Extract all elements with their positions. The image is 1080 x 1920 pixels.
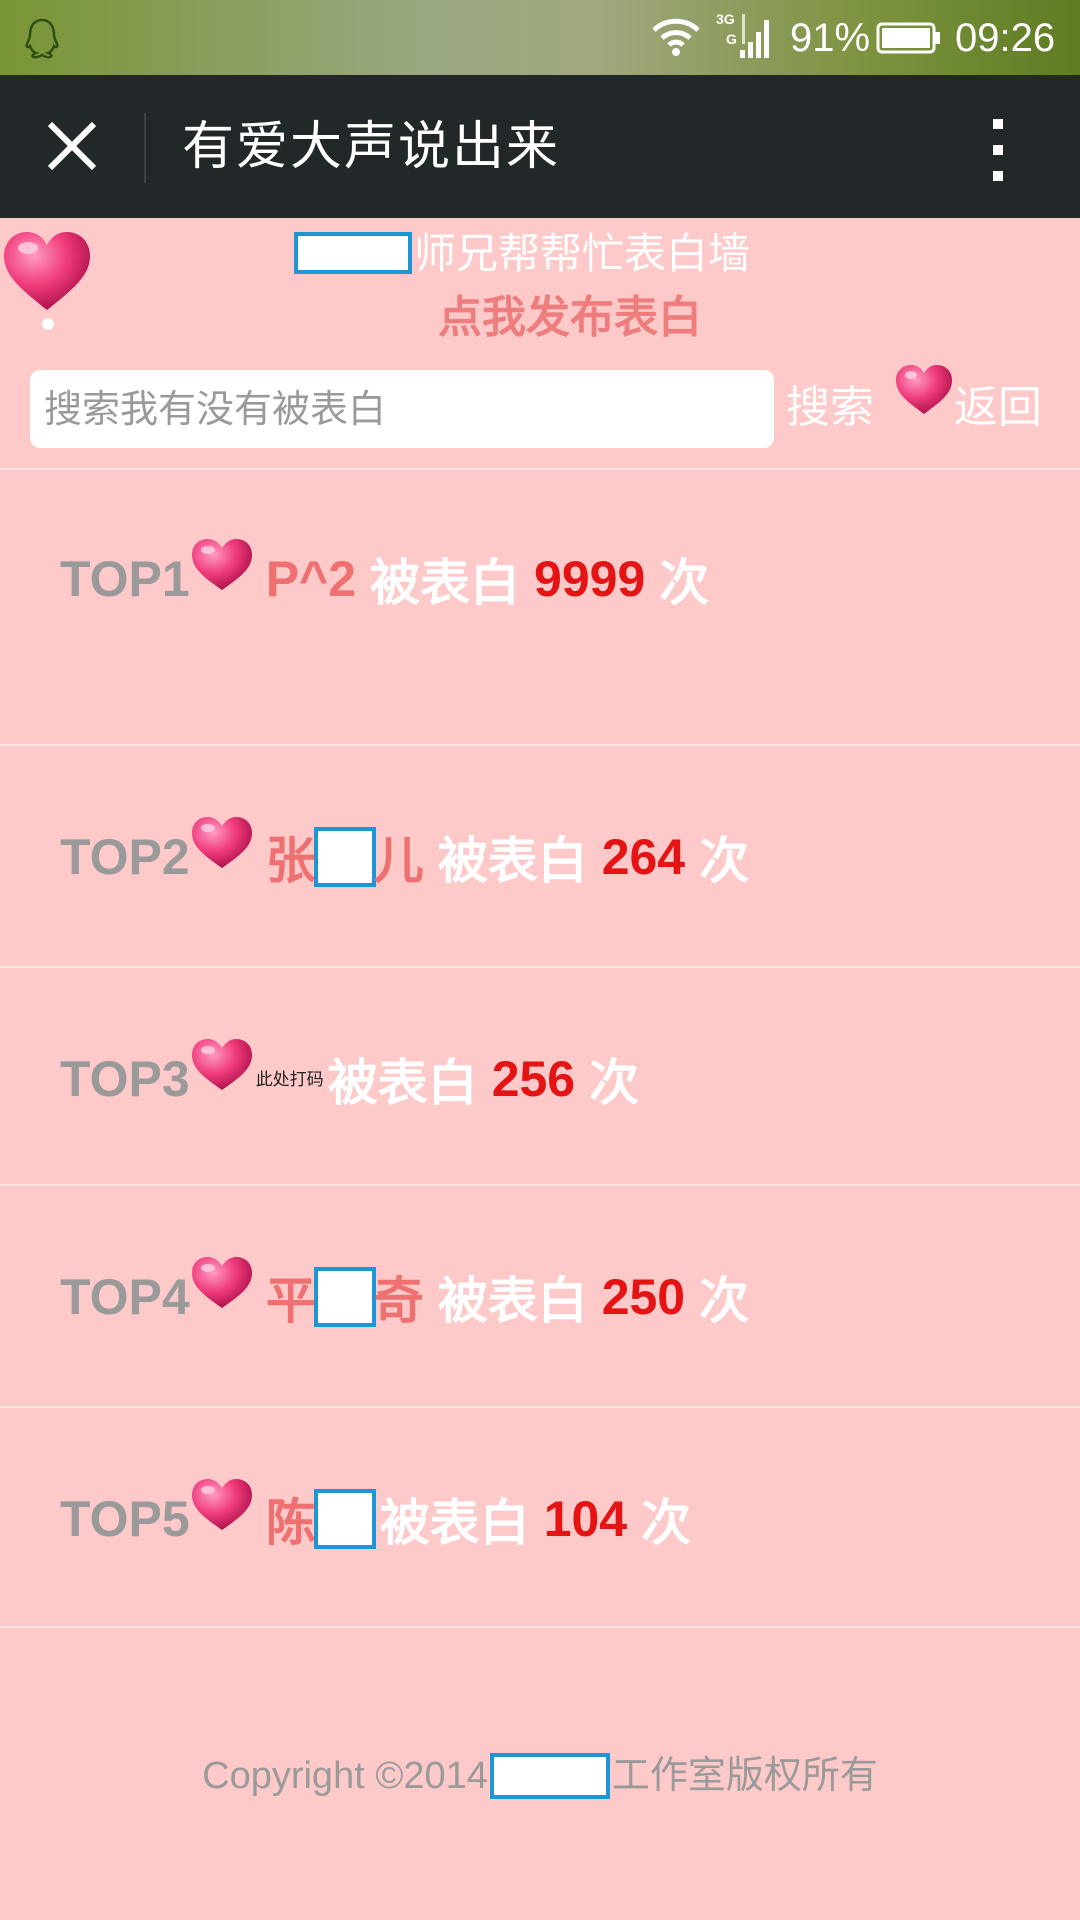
- rank-unit: 次: [699, 1273, 750, 1329]
- svg-text:G: G: [726, 31, 737, 47]
- redacted-name-box: [294, 231, 412, 274]
- page-title: 有爱大声说出来: [182, 117, 561, 177]
- divider: [0, 1626, 1080, 1628]
- heart-icon: [896, 365, 952, 414]
- title-bar: 有爱大声说出来: [0, 75, 1080, 218]
- wall-title: 师兄帮帮忙表白墙: [294, 226, 750, 282]
- ranking-row: TOP4 平奇 被表白 250 次: [0, 1188, 1080, 1406]
- title-divider: [144, 113, 146, 183]
- publish-confession-link[interactable]: 点我发布表白: [0, 290, 1080, 346]
- redacted-name-box: [313, 1267, 376, 1327]
- heart-icon: [191, 539, 252, 590]
- ranking-row: TOP5 陈 被表白 104 次: [0, 1410, 1080, 1628]
- redacted-note: 此处打码: [255, 1069, 324, 1089]
- back-button[interactable]: 返回: [954, 376, 1042, 440]
- rank-name: 陈: [265, 1483, 376, 1555]
- heart-icon: [191, 1039, 252, 1090]
- rank-label: TOP1: [60, 551, 190, 607]
- rank-count: 264: [601, 829, 686, 885]
- rank-verb: 被表白: [327, 1055, 478, 1111]
- network-type-label: 3G: [716, 11, 735, 27]
- divider: [0, 966, 1080, 968]
- ranking-row: TOP3 此处打码 被表白 256 次: [0, 970, 1080, 1188]
- rank-label: TOP2: [60, 829, 190, 885]
- clock: 09:26: [955, 16, 1056, 60]
- more-button[interactable]: [968, 115, 1028, 185]
- main-content: 师兄帮帮忙表白墙 点我发布表白 搜索 返回 TOP1 P^2 被表白 9999 …: [0, 218, 1080, 1920]
- heart-icon: [191, 1257, 252, 1308]
- search-input[interactable]: [30, 370, 774, 448]
- rank-unit: 次: [641, 1495, 692, 1551]
- close-icon: [47, 121, 97, 171]
- rank-unit: 次: [659, 555, 710, 611]
- rank-label: TOP4: [60, 1269, 190, 1325]
- rank-count: 256: [491, 1051, 576, 1107]
- rank-count: 9999: [534, 551, 646, 607]
- rank-name-part: 平: [265, 1273, 316, 1329]
- rank-label: TOP3: [60, 1051, 190, 1107]
- rank-name-part: 张: [265, 833, 316, 889]
- rank-name-part: 陈: [265, 1495, 316, 1551]
- close-button[interactable]: [30, 110, 114, 184]
- wifi-icon: [652, 18, 700, 56]
- more-vertical-icon: [993, 119, 1003, 181]
- rank-verb: 被表白: [437, 833, 588, 889]
- copyright-suffix: 工作室版权所有: [611, 1755, 878, 1797]
- copyright-prefix: Copyright ©2014: [202, 1755, 488, 1797]
- signal-icon: 3G G: [714, 10, 774, 62]
- rank-name: 平奇: [266, 1261, 424, 1333]
- heart-icon: [191, 817, 252, 868]
- rank-unit: 次: [699, 833, 750, 889]
- battery-percent: 91%: [790, 16, 871, 60]
- rank-name: 张儿: [266, 821, 424, 893]
- redacted-name-box: [313, 827, 376, 887]
- divider: [0, 744, 1080, 746]
- redacted-name-box: [313, 1489, 376, 1549]
- rank-name: P^2: [265, 551, 357, 607]
- heart-icon: [191, 1479, 252, 1530]
- rank-name-part: 奇: [373, 1273, 424, 1329]
- rank-verb: 被表白: [437, 1273, 588, 1329]
- rank-label: TOP5: [60, 1491, 190, 1547]
- divider: [0, 1184, 1080, 1186]
- redacted-name-box: [489, 1752, 610, 1799]
- status-bar: 3G G 91% 09:26: [0, 0, 1080, 75]
- rank-count: 250: [601, 1269, 686, 1325]
- search-button[interactable]: 搜索: [786, 376, 874, 440]
- battery-icon: [876, 22, 940, 54]
- ranking-row: TOP2 张儿 被表白 264 次: [0, 748, 1080, 966]
- divider: [0, 1406, 1080, 1408]
- rank-verb: 被表白: [370, 555, 521, 611]
- copyright-footer: Copyright ©2014 工作室版权所有: [0, 1748, 1080, 1804]
- qq-icon: [25, 18, 59, 59]
- rank-count: 104: [543, 1491, 628, 1547]
- wall-title-text: 师兄帮帮忙表白墙: [414, 229, 751, 278]
- rank-unit: 次: [589, 1055, 640, 1111]
- rank-verb: 被表白: [379, 1495, 530, 1551]
- rank-name-part: 儿: [373, 833, 424, 889]
- ranking-row: TOP1 P^2 被表白 9999 次: [0, 470, 1080, 688]
